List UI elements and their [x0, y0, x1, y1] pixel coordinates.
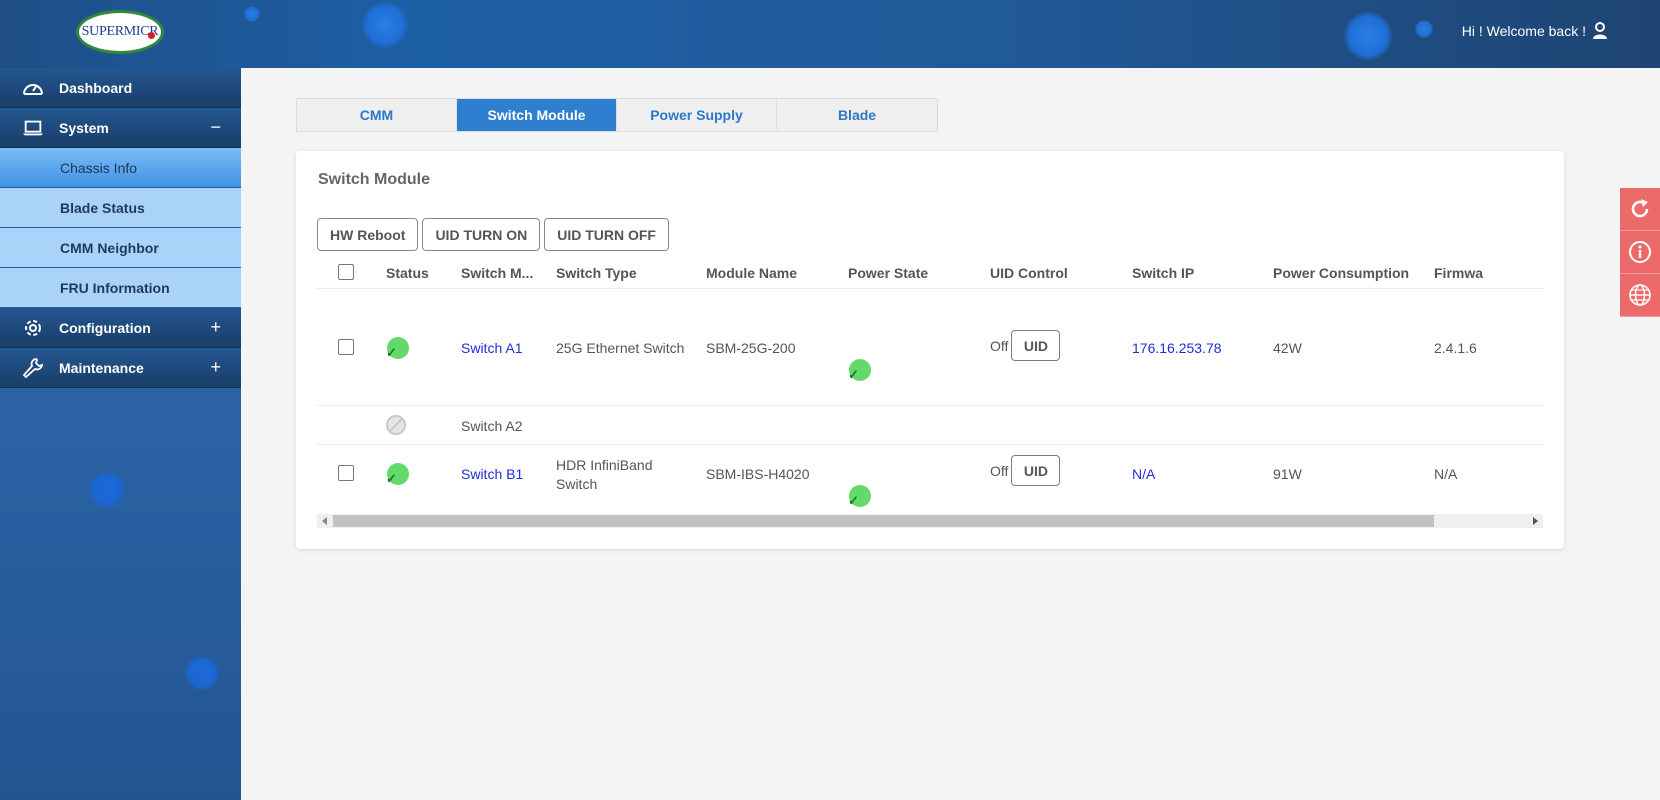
header-switch-module[interactable]: Switch M...	[461, 265, 533, 281]
scroll-right-arrow-icon[interactable]	[1533, 517, 1538, 525]
uid-turn-off-button[interactable]: UID TURN OFF	[544, 218, 669, 251]
sidebar-item-system[interactable]: System −	[0, 108, 241, 148]
dashboard-gauge-icon	[22, 77, 44, 99]
info-icon	[1629, 241, 1651, 263]
sidebar-subitem-fru-information[interactable]: FRU Information	[0, 268, 241, 308]
row-checkbox[interactable]	[338, 339, 354, 355]
welcome-text: Hi ! Welcome back !	[1461, 23, 1586, 39]
header-switch-ip[interactable]: Switch IP	[1132, 265, 1194, 281]
switch-name: Switch A2	[461, 418, 523, 434]
switch-name-link[interactable]: Switch A1	[461, 340, 522, 356]
sidebar-subitem-blade-status[interactable]: Blade Status	[0, 188, 241, 228]
sidebar-item-label: Dashboard	[59, 79, 133, 96]
collapse-toggle[interactable]: −	[210, 117, 221, 138]
power-consumption: 91W	[1273, 466, 1302, 482]
header-module-name[interactable]: Module Name	[706, 265, 797, 281]
header-firmware[interactable]: Firmwa	[1434, 265, 1483, 281]
sidebar-subitem-cmm-neighbor[interactable]: CMM Neighbor	[0, 228, 241, 268]
switch-type: 25G Ethernet Switch	[556, 340, 685, 356]
header-switch-type[interactable]: Switch Type	[556, 265, 637, 281]
floating-tools	[1620, 188, 1660, 317]
power-on-icon: ✓	[848, 359, 871, 382]
sidebar-item-maintenance[interactable]: Maintenance +	[0, 348, 241, 388]
firmware-version: N/A	[1434, 466, 1458, 482]
power-on-icon: ✓	[848, 485, 871, 508]
module-tabs: CMM Switch Module Power Supply Blade	[296, 98, 938, 132]
sidebar-item-label: System	[59, 119, 109, 136]
action-buttons: HW Reboot UID TURN ON UID TURN OFF	[317, 218, 669, 251]
logo-dot	[148, 32, 155, 39]
header-uid-control[interactable]: UID Control	[990, 265, 1068, 281]
expand-toggle[interactable]: +	[210, 317, 221, 338]
status-ok-icon: ✓	[386, 337, 409, 360]
switch-type: HDR InfiniBand Switch	[556, 456, 653, 494]
decor-orb	[185, 656, 219, 690]
sidebar: Dashboard System − Chassis Info Blade St…	[0, 68, 241, 800]
scroll-left-arrow-icon[interactable]	[322, 517, 327, 525]
decor-orb	[1415, 20, 1433, 38]
switch-name-link[interactable]: Switch B1	[461, 466, 523, 482]
logo-text: SUPERMICR	[81, 24, 159, 39]
laptop-icon	[22, 117, 44, 139]
module-name: SBM-IBS-H4020	[706, 466, 810, 482]
sidebar-subitem-chassis-info[interactable]: Chassis Info	[0, 148, 241, 188]
switch-ip-link[interactable]: 176.16.253.78	[1132, 340, 1222, 356]
status-ok-icon: ✓	[386, 463, 409, 486]
uid-button[interactable]: UID	[1011, 455, 1061, 486]
expand-toggle[interactable]: +	[210, 357, 221, 378]
tab-blade[interactable]: Blade	[777, 99, 937, 131]
uid-state: Off	[990, 337, 1009, 354]
header-power-consumption[interactable]: Power Consumption	[1273, 265, 1409, 281]
sidebar-item-dashboard[interactable]: Dashboard	[0, 68, 241, 108]
uid-state: Off	[990, 462, 1009, 479]
info-button[interactable]	[1620, 231, 1660, 274]
language-button[interactable]	[1620, 274, 1660, 317]
table-row: ✓ Switch B1 HDR InfiniBand Switch SBM-IB…	[317, 445, 1543, 514]
firmware-version: 2.4.1.6	[1434, 340, 1477, 356]
horizontal-scrollbar[interactable]	[317, 514, 1543, 528]
globe-icon	[1629, 284, 1651, 306]
row-checkbox[interactable]	[338, 465, 354, 481]
uid-control: Off UID	[990, 455, 1061, 486]
card-title: Switch Module	[318, 171, 430, 188]
switch-type-line2: Switch	[556, 476, 598, 492]
hw-reboot-button[interactable]: HW Reboot	[317, 218, 419, 251]
welcome-area[interactable]: Hi ! Welcome back !	[1462, 22, 1608, 40]
gear-icon	[22, 317, 44, 339]
module-name: SBM-25G-200	[706, 340, 796, 356]
decor-orb	[89, 472, 125, 508]
table-header: Status Switch M... Switch Type Module Na…	[317, 256, 1543, 289]
select-all-checkbox[interactable]	[338, 264, 354, 280]
decor-orb	[362, 2, 408, 48]
table-row: ✓ Switch A1 25G Ethernet Switch SBM-25G-…	[317, 289, 1543, 406]
header-status[interactable]: Status	[386, 265, 429, 281]
tab-power-supply[interactable]: Power Supply	[617, 99, 777, 131]
tab-cmm[interactable]: CMM	[297, 99, 457, 131]
switch-module-card: Switch Module HW Reboot UID TURN ON UID …	[296, 151, 1564, 549]
supermicro-logo[interactable]: SUPERMICR	[76, 10, 164, 54]
refresh-icon	[1631, 199, 1649, 218]
header-power-state[interactable]: Power State	[848, 265, 928, 281]
sidebar-item-label: Maintenance	[59, 359, 144, 376]
sidebar-item-label: Configuration	[59, 319, 151, 336]
uid-turn-on-button[interactable]: UID TURN ON	[422, 218, 541, 251]
sidebar-item-configuration[interactable]: Configuration +	[0, 308, 241, 348]
table-row: Switch A2	[317, 406, 1543, 445]
switch-table: Status Switch M... Switch Type Module Na…	[317, 256, 1543, 514]
top-header: SUPERMICR Hi ! Welcome back !	[0, 0, 1660, 68]
user-icon[interactable]	[1592, 22, 1608, 40]
uid-button[interactable]: UID	[1011, 330, 1061, 361]
decor-orb	[244, 6, 260, 22]
scroll-thumb[interactable]	[333, 515, 1434, 527]
decor-orb	[1344, 12, 1392, 60]
power-consumption: 42W	[1273, 340, 1302, 356]
switch-type-line1: HDR InfiniBand	[556, 457, 653, 473]
refresh-button[interactable]	[1620, 188, 1660, 231]
uid-control: Off UID	[990, 330, 1061, 361]
tab-switch-module[interactable]: Switch Module	[457, 99, 617, 131]
wrench-icon	[22, 357, 44, 379]
status-unavailable-icon	[386, 415, 406, 435]
switch-ip-link[interactable]: N/A	[1132, 466, 1155, 482]
